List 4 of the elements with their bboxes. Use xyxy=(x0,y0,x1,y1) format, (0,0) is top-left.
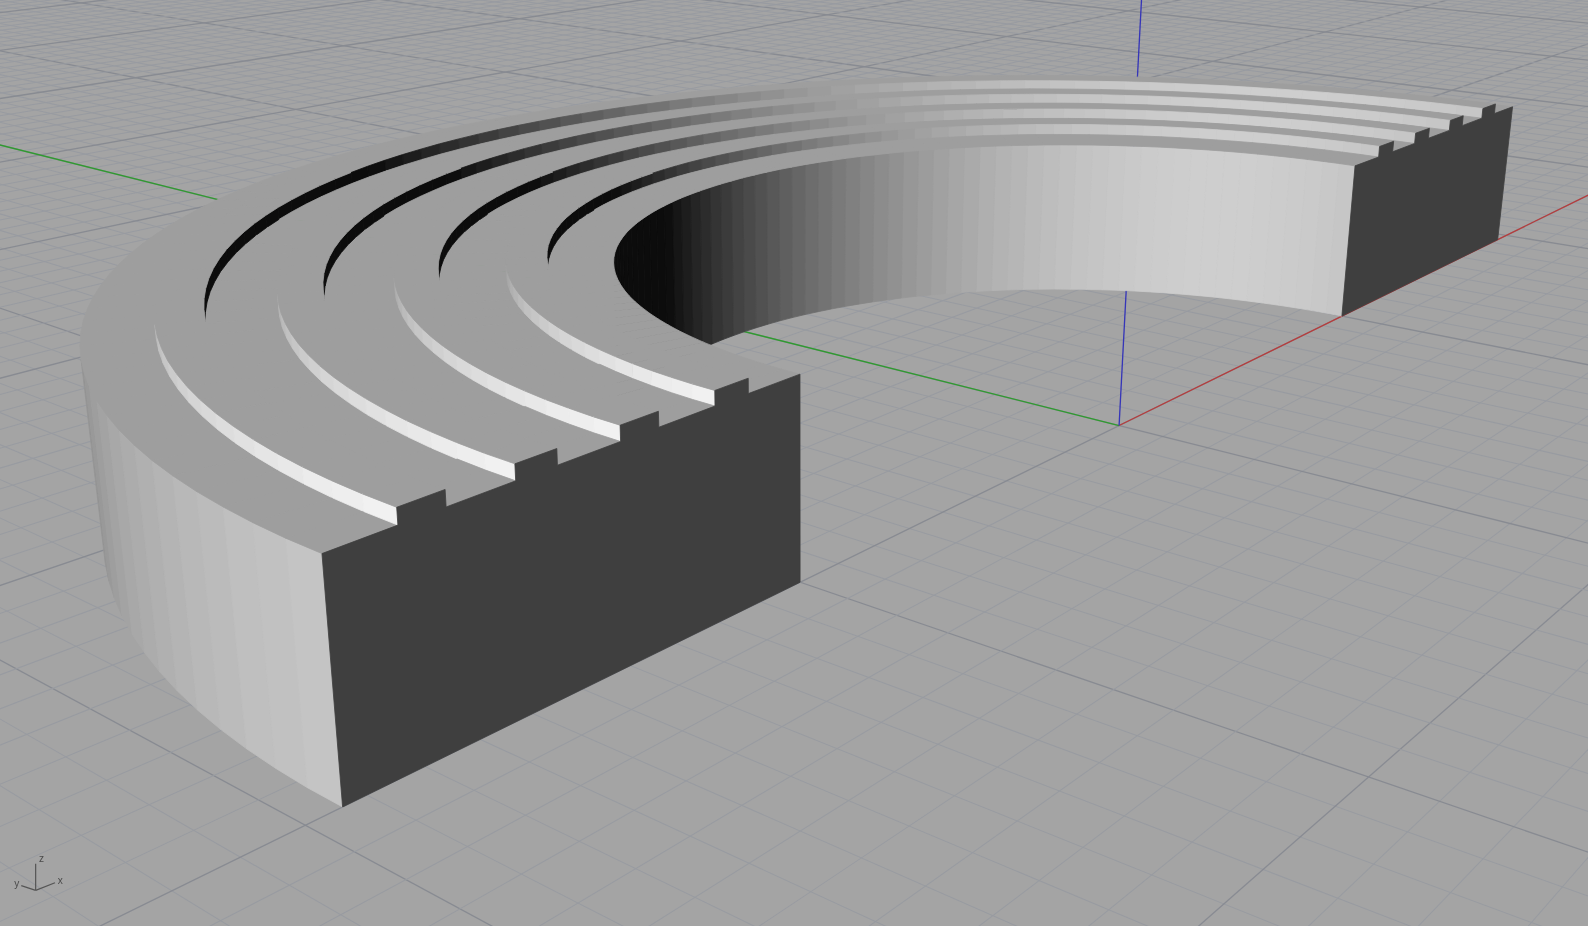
axis-label: x xyxy=(57,875,63,887)
axis-label: y xyxy=(14,878,20,890)
axis-gizmo-icon xyxy=(20,863,56,891)
axis-label: z xyxy=(39,853,45,865)
